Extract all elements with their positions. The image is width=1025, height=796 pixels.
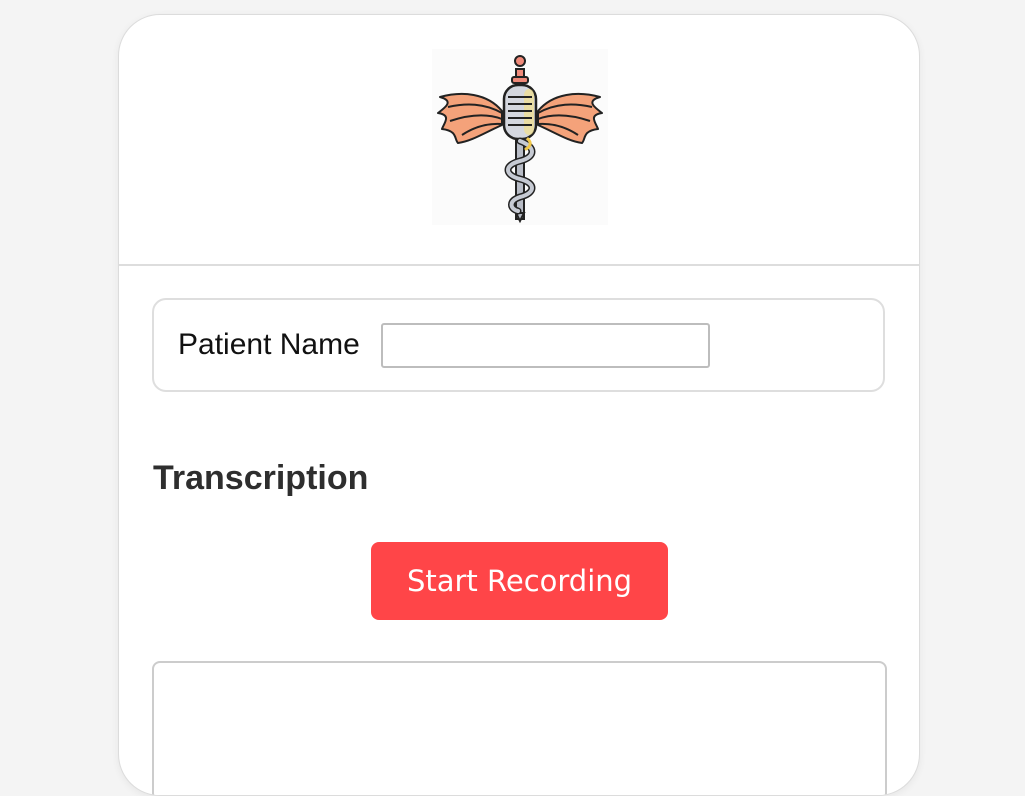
caduceus-microphone-logo-icon — [432, 49, 608, 225]
header-logo-area — [119, 15, 919, 266]
transcription-textarea[interactable] — [152, 661, 887, 795]
start-recording-button[interactable]: Start Recording — [371, 542, 668, 620]
patient-name-label: Patient Name — [178, 328, 360, 361]
main-card: Patient Name Transcription Start Recordi… — [118, 14, 920, 796]
transcription-heading: Transcription — [153, 459, 369, 497]
patient-name-input[interactable] — [381, 323, 710, 368]
patient-name-panel: Patient Name — [152, 298, 885, 392]
